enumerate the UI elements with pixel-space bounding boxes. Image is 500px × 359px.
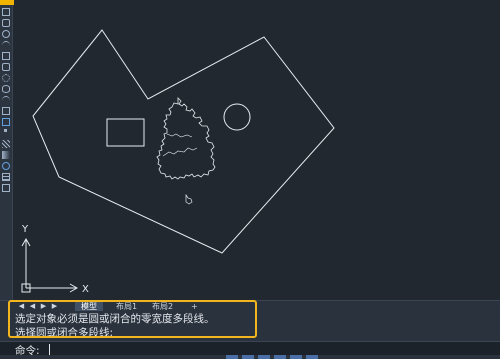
status-toggle-button[interactable]	[226, 355, 238, 359]
drawing-geometry: Y X	[21, 29, 335, 295]
fractal-tail	[185, 193, 193, 205]
command-line[interactable]: 命令:	[0, 341, 500, 357]
annotation-highlight-box	[8, 300, 257, 338]
status-toggle-button[interactable]	[274, 355, 286, 359]
status-toggle-button[interactable]	[306, 355, 318, 359]
command-input[interactable]	[49, 344, 50, 355]
status-toggle-button[interactable]	[290, 355, 302, 359]
ucs-x-label: X	[82, 284, 89, 295]
rectangle-entity[interactable]	[106, 118, 145, 147]
fractal-inner-detail	[162, 133, 198, 157]
circle-entity[interactable]	[223, 103, 251, 131]
status-toggle-button[interactable]	[258, 355, 270, 359]
ucs-y-label: Y	[21, 224, 29, 235]
outer-polygon[interactable]	[32, 29, 335, 254]
fractal-polyline[interactable]	[156, 97, 216, 180]
status-toggle-button[interactable]	[242, 355, 254, 359]
